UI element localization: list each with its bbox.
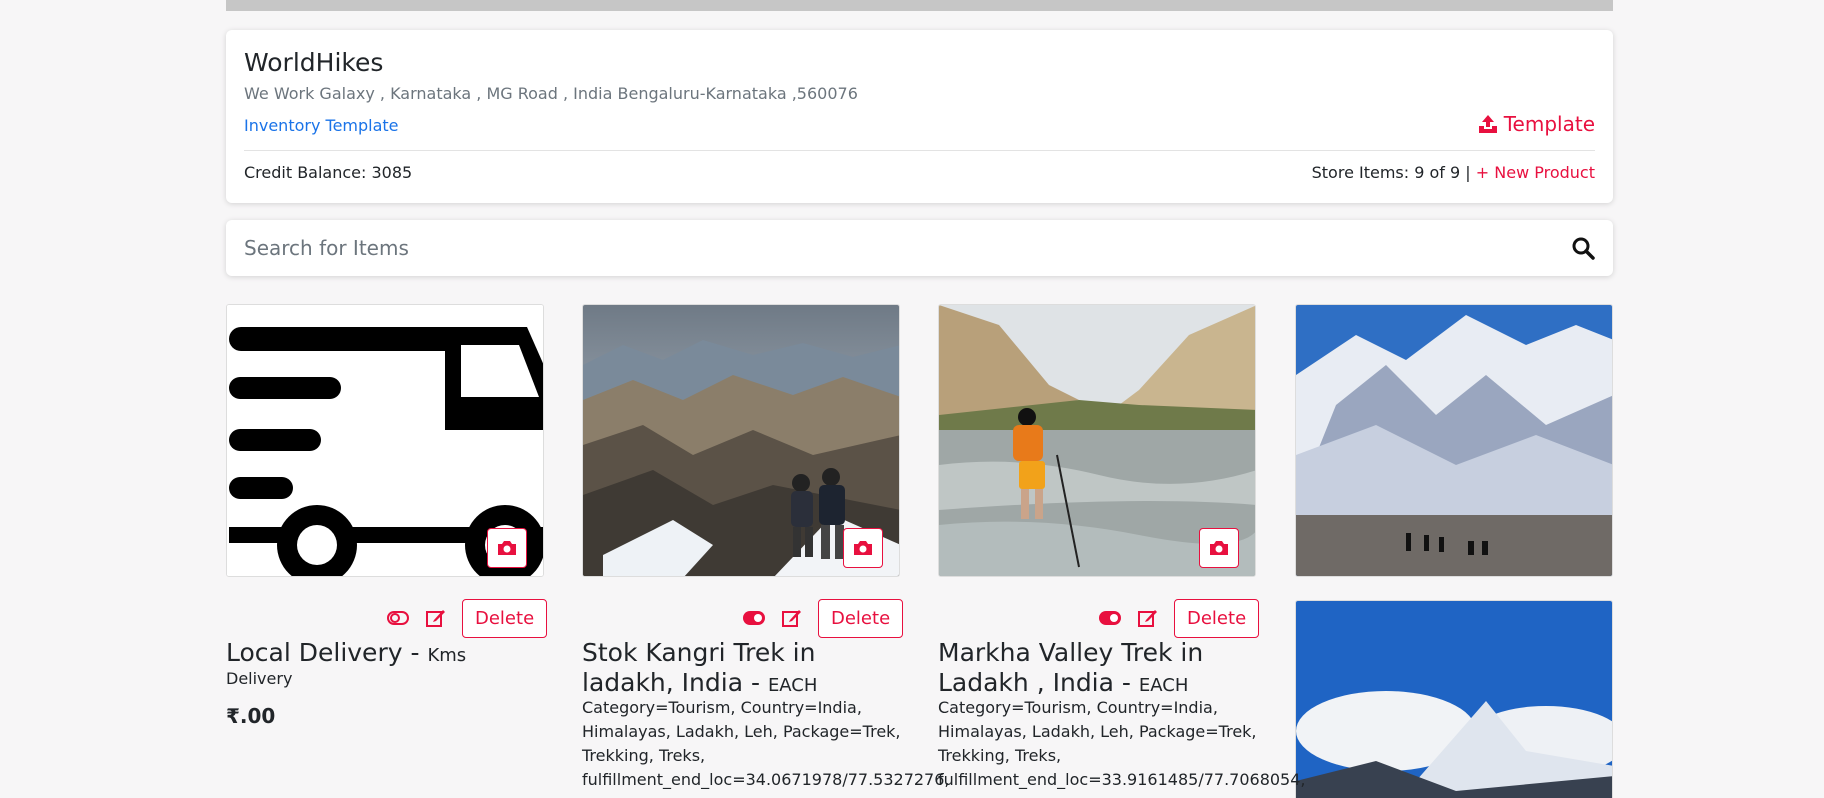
toggle-button[interactable]: [742, 606, 766, 630]
product-unit: EACH: [767, 675, 818, 696]
product-actions: Delete: [1098, 598, 1260, 638]
search-icon[interactable]: [1571, 236, 1595, 260]
inventory-template-link[interactable]: Inventory Template: [244, 116, 399, 135]
top-scroll-bar: [226, 0, 1613, 11]
product-title: Stok Kangri Trek in ladakh, India - EACH: [582, 638, 912, 701]
store-items-count: Store Items: 9 of 9 | + New Product: [1312, 163, 1595, 182]
edit-button[interactable]: [424, 606, 448, 630]
change-photo-button[interactable]: [487, 528, 527, 568]
product-image-snow-mountains: [1295, 304, 1613, 577]
product-description: Category=Tourism, Country=India, Himalay…: [582, 698, 950, 789]
product-description: Category=Tourism, Country=India, Himalay…: [938, 698, 1306, 789]
product-image-stok-kangri: [582, 304, 900, 577]
product-name: Local Delivery -: [226, 638, 428, 667]
toggle-on-icon: [743, 611, 765, 625]
edit-icon: [782, 610, 801, 627]
product-category: Delivery: [226, 669, 293, 688]
divider: [244, 150, 1595, 151]
product-unit: Kms: [427, 645, 467, 666]
product-image-markha-valley: [938, 304, 1256, 577]
toggle-off-icon: [387, 611, 409, 625]
product-unit: EACH: [1138, 675, 1189, 696]
upload-icon: [1478, 115, 1497, 133]
delete-button[interactable]: Delete: [462, 598, 548, 638]
product-price: ₹.00: [226, 704, 276, 728]
template-label: Template: [1503, 112, 1595, 136]
search-bar: [226, 220, 1613, 276]
edit-icon: [1138, 610, 1157, 627]
store-items-text: Store Items: 9 of 9 |: [1311, 163, 1471, 182]
toggle-button[interactable]: [386, 606, 410, 630]
product-actions: Delete: [386, 598, 548, 638]
product-image-cloud-peak: [1295, 600, 1613, 798]
upload-template-button[interactable]: Template: [1478, 112, 1595, 136]
edit-button[interactable]: [1136, 606, 1160, 630]
snow-mountain-photo: [1296, 305, 1612, 576]
product-actions: Delete: [742, 598, 904, 638]
product-image-local-delivery: [226, 304, 544, 577]
camera-icon: [498, 541, 516, 555]
delete-button[interactable]: Delete: [1174, 598, 1260, 638]
toggle-button[interactable]: [1098, 606, 1122, 630]
camera-icon: [854, 541, 872, 555]
edit-icon: [426, 610, 445, 627]
cloud-peak-photo: [1296, 601, 1612, 798]
new-product-link[interactable]: + New Product: [1476, 163, 1595, 182]
product-title: Markha Valley Trek in Ladakh , India - E…: [938, 638, 1268, 701]
store-address: We Work Galaxy , Karnataka , MG Road , I…: [244, 84, 858, 103]
delete-button[interactable]: Delete: [818, 598, 904, 638]
change-photo-button[interactable]: [1199, 528, 1239, 568]
edit-button[interactable]: [780, 606, 804, 630]
store-info-card: WorldHikes We Work Galaxy , Karnataka , …: [226, 30, 1613, 203]
toggle-on-icon: [1099, 611, 1121, 625]
camera-icon: [1210, 541, 1228, 555]
search-input[interactable]: [244, 228, 1544, 268]
change-photo-button[interactable]: [843, 528, 883, 568]
product-title: Local Delivery - Kms: [226, 638, 556, 671]
credit-balance: Credit Balance: 3085: [244, 163, 413, 182]
store-name: WorldHikes: [244, 48, 384, 77]
